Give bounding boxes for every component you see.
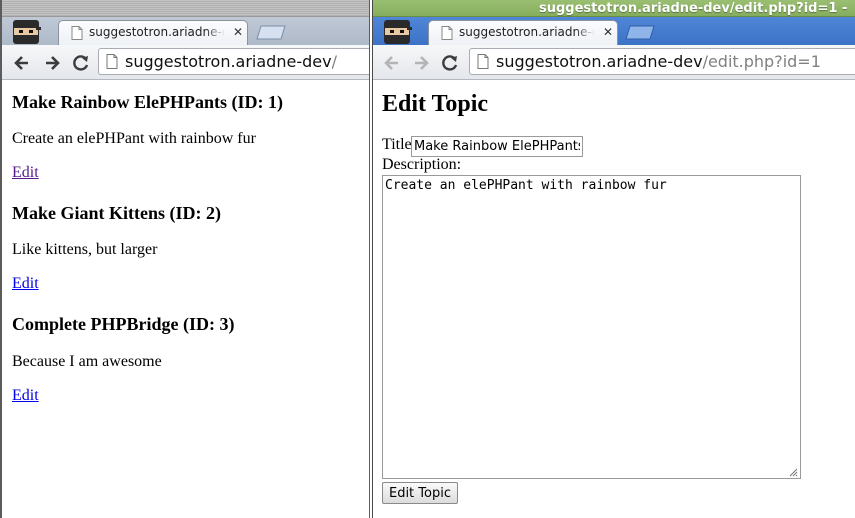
edit-link[interactable]: Edit (12, 163, 39, 183)
browser-window-list: suggestotron.ariadne-dev ✕ suggestotron.… (0, 0, 370, 518)
topic-item: Make Rainbow ElePHPants (ID: 1) (12, 91, 283, 113)
url-text: suggestotron.ariadne-dev/edit.php?id=1 (496, 52, 821, 71)
url-host: suggestotron.ariadne-dev (496, 52, 703, 71)
topic-description: Because I am awesome (12, 353, 162, 370)
topic-description: Like kittens, but larger (12, 241, 158, 258)
edit-link[interactable]: Edit (12, 386, 39, 406)
address-bar[interactable]: suggestotron.ariadne-dev/edit.php?id=1 (469, 48, 855, 75)
topic-title: Make Giant Kittens (ID: 2) (12, 203, 221, 223)
tab-title: suggestotron.ariadne-dev (89, 25, 225, 39)
window-titlebar[interactable] (2, 0, 369, 17)
ninja-avatar-icon (13, 20, 41, 44)
close-icon[interactable]: ✕ (603, 25, 613, 39)
topic-title: Complete PHPBridge (ID: 3) (12, 314, 235, 334)
browser-window-edit: suggestotron.ariadne-dev/edit.php?id=1 -… (372, 0, 855, 518)
window-title: suggestotron.ariadne-dev/edit.php?id=1 - (539, 1, 848, 16)
url-host: suggestotron.ariadne-dev (125, 52, 332, 71)
resize-grip-icon[interactable] (788, 467, 798, 477)
description-label: Description: (382, 156, 462, 173)
browser-toolbar: suggestotron.ariadne-dev/ (2, 45, 369, 80)
tab-title: suggestotron.ariadne-dev/edit.php?id=1 (459, 25, 595, 39)
new-tab-icon[interactable] (256, 25, 286, 40)
page-content: Edit Topic Title: Description: Create an… (373, 81, 855, 518)
tab-strip: suggestotron.ariadne-dev ✕ (2, 17, 369, 45)
reload-icon[interactable] (71, 53, 91, 73)
page-icon (71, 26, 83, 40)
tab-strip: suggestotron.ariadne-dev/edit.php?id=1 ✕ (373, 17, 855, 45)
tab-active[interactable]: suggestotron.ariadne-dev ✕ (58, 20, 248, 45)
topic-title: Make Rainbow ElePHPants (ID: 1) (12, 92, 283, 112)
forward-arrow-icon[interactable] (411, 53, 431, 73)
back-arrow-icon[interactable] (12, 53, 32, 73)
tab-active[interactable]: suggestotron.ariadne-dev/edit.php?id=1 ✕ (428, 20, 618, 45)
page-content: Make Rainbow ElePHPants (ID: 1) Create a… (2, 81, 369, 518)
title-input[interactable] (411, 136, 583, 157)
url-text: suggestotron.ariadne-dev/ (125, 52, 337, 71)
reload-icon[interactable] (440, 53, 460, 73)
topic-description: Create an elePHPant with rainbow fur (12, 130, 256, 147)
back-arrow-icon[interactable] (382, 53, 402, 73)
ninja-avatar-icon (384, 20, 412, 44)
forward-arrow-icon[interactable] (42, 53, 62, 73)
close-icon[interactable]: ✕ (233, 25, 243, 39)
url-path: /edit.php?id=1 (702, 52, 821, 71)
page-icon (106, 54, 118, 69)
description-textarea[interactable]: Create an elePHPant with rainbow fur (382, 175, 801, 479)
window-titlebar[interactable]: suggestotron.ariadne-dev/edit.php?id=1 - (373, 0, 855, 17)
page-icon (477, 54, 489, 69)
address-bar[interactable]: suggestotron.ariadne-dev/ (98, 48, 369, 75)
new-tab-icon[interactable] (625, 25, 655, 40)
edit-link[interactable]: Edit (12, 274, 39, 294)
browser-toolbar: suggestotron.ariadne-dev/edit.php?id=1 (373, 45, 855, 80)
url-path: / (331, 52, 337, 71)
page-icon (441, 26, 453, 40)
page-title: Edit Topic (382, 91, 489, 117)
edit-topic-button[interactable]: Edit Topic (382, 482, 458, 504)
